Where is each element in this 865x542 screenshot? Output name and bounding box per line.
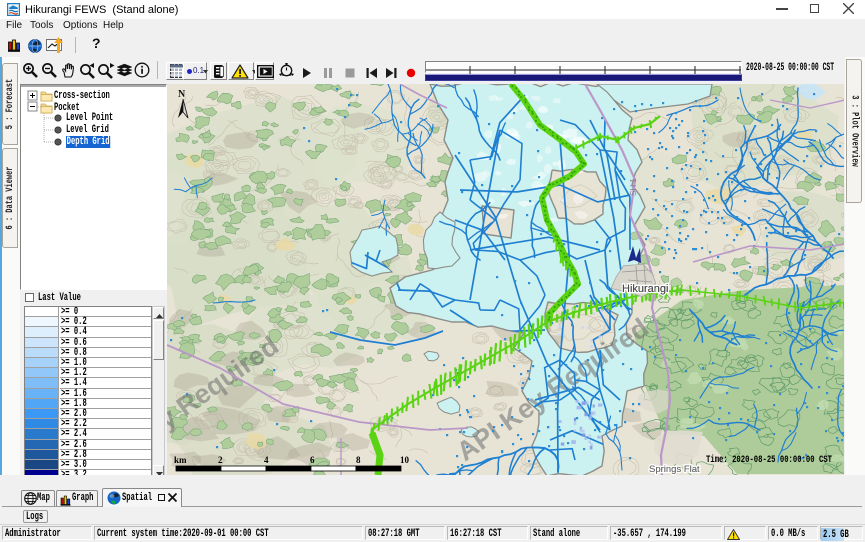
svg-text:SH 1: SH 1 [629, 178, 638, 196]
svg-text:Time: 2020-08-25 00:00:00 CST: Time: 2020-08-25 00:00:00 CST [706, 454, 832, 466]
svg-text:km: km [174, 455, 187, 465]
svg-text:2: 2 [218, 455, 223, 465]
svg-text:4: 4 [264, 455, 269, 465]
svg-text:10: 10 [400, 455, 410, 465]
svg-text:6: 6 [310, 455, 315, 465]
svg-text:Hikurangi: Hikurangi [622, 283, 668, 295]
svg-text:Springs Flat: Springs Flat [649, 464, 700, 475]
svg-text:8: 8 [356, 455, 361, 465]
svg-text:N: N [178, 89, 186, 100]
